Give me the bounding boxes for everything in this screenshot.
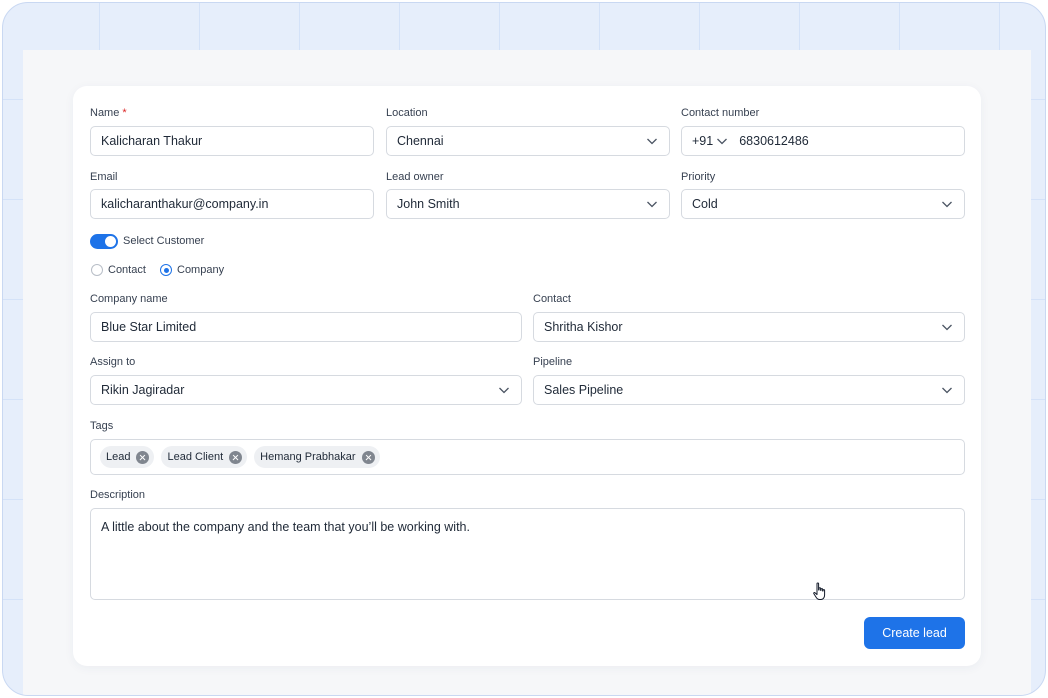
tag-chip: Hemang Prabhakar	[254, 446, 380, 468]
select-customer-toggle[interactable]	[90, 234, 118, 249]
contact-value: Shritha Kishor	[544, 320, 623, 334]
chevron-down-icon	[940, 320, 954, 334]
description-label: Description	[90, 489, 146, 501]
page: Name * Kalicharan Thakur Location Chenna…	[23, 50, 1031, 695]
tags-label: Tags	[90, 420, 114, 432]
radio-company[interactable]	[160, 264, 172, 276]
close-circle-icon[interactable]	[229, 450, 243, 464]
pipeline-select[interactable]: Sales Pipeline	[533, 375, 965, 405]
hand-pointer-icon	[813, 582, 826, 600]
contact-label: Contact	[533, 293, 571, 305]
pipeline-label: Pipeline	[533, 356, 573, 368]
company-name-input[interactable]: Blue Star Limited	[90, 312, 522, 342]
required-mark: *	[122, 107, 127, 119]
country-code-select[interactable]: +91	[692, 134, 729, 148]
chevron-down-icon	[645, 134, 659, 148]
chevron-down-icon	[497, 383, 511, 397]
close-circle-icon[interactable]	[361, 450, 375, 464]
country-code-value: +91	[692, 134, 714, 148]
priority-value: Cold	[692, 197, 718, 211]
email-value: kalicharanthakur@company.in	[101, 197, 269, 211]
name-input[interactable]: Kalicharan Thakur	[90, 126, 374, 156]
company-name-value: Blue Star Limited	[101, 320, 197, 334]
location-label: Location	[386, 107, 428, 119]
tag-label: Lead Client	[167, 451, 224, 463]
tag-chip: Lead	[100, 446, 155, 468]
email-input[interactable]: kalicharanthakur@company.in	[90, 189, 374, 219]
background-frame: Name * Kalicharan Thakur Location Chenna…	[2, 2, 1046, 696]
toggle-knob	[105, 236, 116, 247]
chevron-down-icon	[940, 383, 954, 397]
assign-to-select[interactable]: Rikin Jagiradar	[90, 375, 522, 405]
create-lead-button[interactable]: Create lead	[864, 617, 965, 649]
contact-number-input[interactable]: 6830612486	[739, 134, 954, 148]
radio-company-label: Company	[177, 264, 225, 276]
contact-select[interactable]: Shritha Kishor	[533, 312, 965, 342]
tag-chip: Lead Client	[161, 446, 248, 468]
name-label: Name *	[90, 107, 127, 120]
contact-number-label: Contact number	[681, 107, 760, 119]
select-customer-label: Select Customer	[123, 235, 205, 247]
chevron-down-icon	[645, 197, 659, 211]
assign-to-label: Assign to	[90, 356, 136, 368]
tag-label: Hemang Prabhakar	[260, 451, 356, 463]
tags-input[interactable]: Lead Lead Client Hemang Prabhakar	[90, 439, 965, 475]
priority-label: Priority	[681, 171, 716, 183]
company-name-label: Company name	[90, 293, 168, 305]
pipeline-value: Sales Pipeline	[544, 383, 624, 397]
radio-contact[interactable]	[91, 264, 103, 276]
assign-to-value: Rikin Jagiradar	[101, 383, 185, 397]
location-value: Chennai	[397, 134, 444, 148]
tag-label: Lead	[106, 451, 131, 463]
location-select[interactable]: Chennai	[386, 126, 670, 156]
lead-owner-value: John Smith	[397, 197, 460, 211]
chevron-down-icon	[940, 197, 954, 211]
email-label: Email	[90, 171, 118, 183]
lead-owner-label: Lead owner	[386, 171, 444, 183]
contact-number-field: +91 6830612486	[681, 126, 965, 156]
name-label-text: Name	[90, 107, 120, 119]
close-circle-icon[interactable]	[136, 450, 150, 464]
radio-contact-label: Contact	[108, 264, 146, 276]
chevron-down-icon	[715, 134, 729, 148]
priority-select[interactable]: Cold	[681, 189, 965, 219]
name-value: Kalicharan Thakur	[101, 134, 203, 148]
lead-owner-select[interactable]: John Smith	[386, 189, 670, 219]
create-lead-form: Name * Kalicharan Thakur Location Chenna…	[73, 86, 981, 666]
description-textarea[interactable]: A little about the company and the team …	[90, 508, 965, 600]
